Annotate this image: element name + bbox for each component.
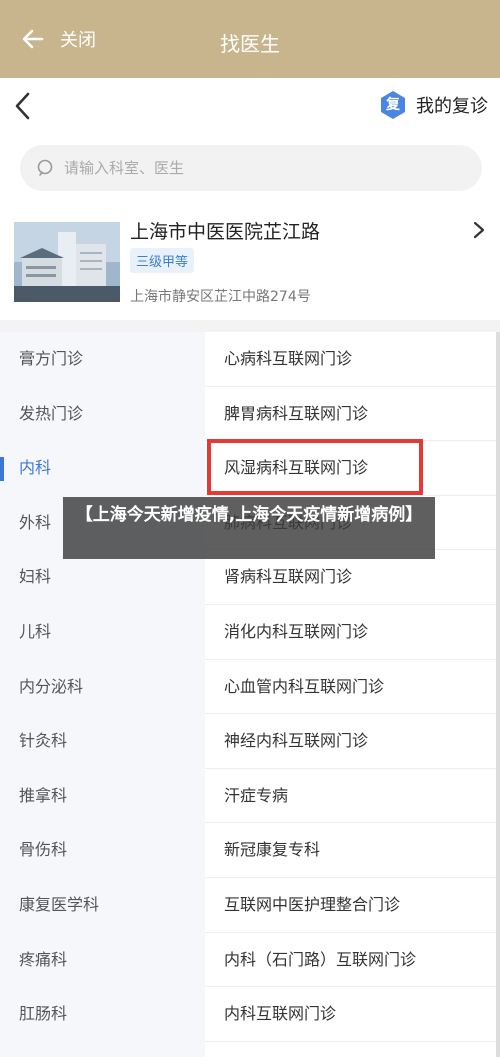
clinic-item[interactable]: 心病科互联网门诊 [205,332,497,387]
department-list: 膏方门诊 发热门诊 内科 外科 妇科 儿科 内分泌科 针灸科 推拿科 骨伤科 康复医学科 疼痛科 肛肠科 [0,332,205,1057]
caption-overlay: 【上海今天新增疫情,上海今天疫情新增病例】 [63,497,435,559]
clinic-item[interactable]: 消化内科互联网门诊 [205,605,497,660]
department-item[interactable]: 肛肠科 [0,987,205,1042]
clinic-item[interactable]: 汗症专病 [205,769,497,824]
clinic-item[interactable]: 新冠康复专科 [205,823,497,878]
department-item[interactable]: 儿科 [0,605,205,660]
department-item[interactable]: 康复医学科 [0,878,205,933]
back-chevron-icon[interactable] [10,91,38,121]
review-badge-icon: 复 [378,90,408,120]
department-item[interactable]: 内科 [0,441,205,496]
department-item[interactable]: 骨伤科 [0,823,205,878]
search-bar-wrap [0,138,500,200]
clinic-item[interactable]: 脾胃病科互联网门诊 [205,387,497,442]
scrollbar[interactable] [496,332,500,1057]
my-review-label: 我的复诊 [416,96,488,117]
department-item[interactable]: 疼痛科 [0,933,205,988]
clinic-item[interactable]: 互联网中医护理整合门诊 [205,878,497,933]
page-title: 找医生 [220,32,280,56]
hospital-name: 上海市中医医院芷江路 [130,221,321,243]
department-item[interactable]: 膏方门诊 [0,332,205,387]
clinic-item[interactable]: 内科（石门路）互联网门诊 [205,933,497,988]
top-bar: 关闭 找医生 [0,0,500,78]
search-icon [37,159,53,176]
search-box[interactable] [20,145,482,191]
hospital-card[interactable]: 上海市中医医院芷江路 三级甲等 上海市静安区芷江中路274号 [0,200,500,320]
my-review-button[interactable]: 复 我的复诊 [378,90,488,120]
clinic-item[interactable]: 神经内科互联网门诊 [205,714,497,769]
clinic-item[interactable]: 内科互联网门诊 [205,987,497,1042]
nav-bar: 复 我的复诊 [0,78,500,138]
department-item[interactable]: 推拿科 [0,769,205,824]
department-item[interactable]: 发热门诊 [0,387,205,442]
search-input[interactable] [64,159,444,177]
hospital-image [14,222,120,302]
department-item[interactable]: 内分泌科 [0,660,205,715]
highlight-box [207,439,423,495]
hospital-address: 上海市静安区芷江中路274号 [130,289,311,305]
hospital-level-badge: 三级甲等 [130,248,195,273]
clinic-item[interactable]: 心血管内科互联网门诊 [205,660,497,715]
chevron-right-icon [473,221,485,239]
department-item[interactable]: 针灸科 [0,714,205,769]
